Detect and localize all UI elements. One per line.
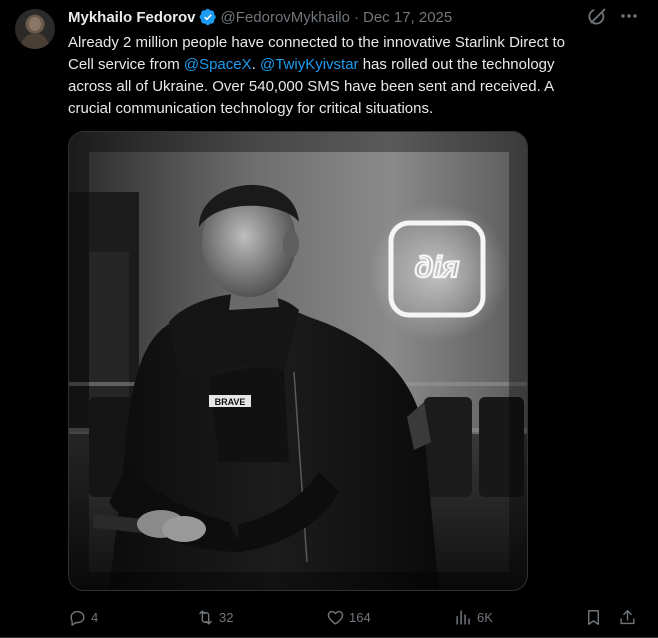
tweet-header: Mykhailo Fedorov @FedorovMykhailo · Dec … (68, 7, 452, 27)
tweet-photo[interactable]: дія BRAVE (68, 131, 528, 591)
tweet-text-segment: . (251, 56, 260, 73)
mention-kyivstar[interactable]: @TwiyKyivstar (260, 56, 359, 73)
tweet-text-segment: has rolled out the technology (358, 56, 555, 73)
tweet-text-line: Already 2 million people have connected … (68, 34, 565, 51)
tweet-text-segment: Cell service from (68, 56, 184, 73)
avatar[interactable] (15, 9, 55, 49)
share-icon (620, 609, 635, 624)
shirt-text: BRAVE (215, 397, 246, 407)
share-button[interactable] (618, 603, 637, 631)
reply-button[interactable]: 4 (68, 603, 98, 631)
verified-badge-icon (199, 8, 216, 26)
repost-icon (199, 609, 212, 625)
separator-dot: · (353, 8, 359, 26)
mention-spacex[interactable]: @SpaceX (184, 56, 252, 73)
views-button[interactable]: 6K (454, 603, 493, 631)
tweet-text-line: across all of Ukraine. Over 540,000 SMS … (68, 78, 555, 95)
sign-text: дія (415, 251, 460, 284)
more-icon[interactable] (618, 5, 640, 27)
tweet-text-line: crucial communication technology for cri… (68, 100, 434, 117)
photo-illustration: дія BRAVE (69, 132, 527, 590)
views-icon (456, 609, 470, 625)
author-handle[interactable]: @FedorovMykhailo (221, 9, 350, 26)
like-count: 164 (349, 609, 371, 625)
repost-button[interactable]: 32 (196, 603, 233, 631)
like-button[interactable]: 164 (326, 603, 371, 631)
repost-count: 32 (219, 609, 234, 625)
bookmark-button[interactable] (584, 603, 603, 631)
tweet-actions: 4 32 164 6K (68, 603, 640, 631)
bookmark-icon (588, 609, 599, 625)
author-name[interactable]: Mykhailo Fedorov (68, 9, 196, 26)
reply-icon (70, 610, 85, 626)
views-count: 6K (477, 609, 493, 625)
grok-icon[interactable] (585, 5, 609, 29)
tweet-text-line: Cell service from @SpaceX. @TwiyKyivstar… (68, 54, 648, 76)
reply-count: 4 (91, 609, 99, 625)
tweet[interactable]: Mykhailo Fedorov @FedorovMykhailo · Dec … (0, 0, 658, 638)
tweet-text: Already 2 million people have connected … (68, 32, 648, 120)
tweet-date[interactable]: Dec 17, 2025 (363, 9, 452, 26)
like-icon (327, 610, 344, 625)
